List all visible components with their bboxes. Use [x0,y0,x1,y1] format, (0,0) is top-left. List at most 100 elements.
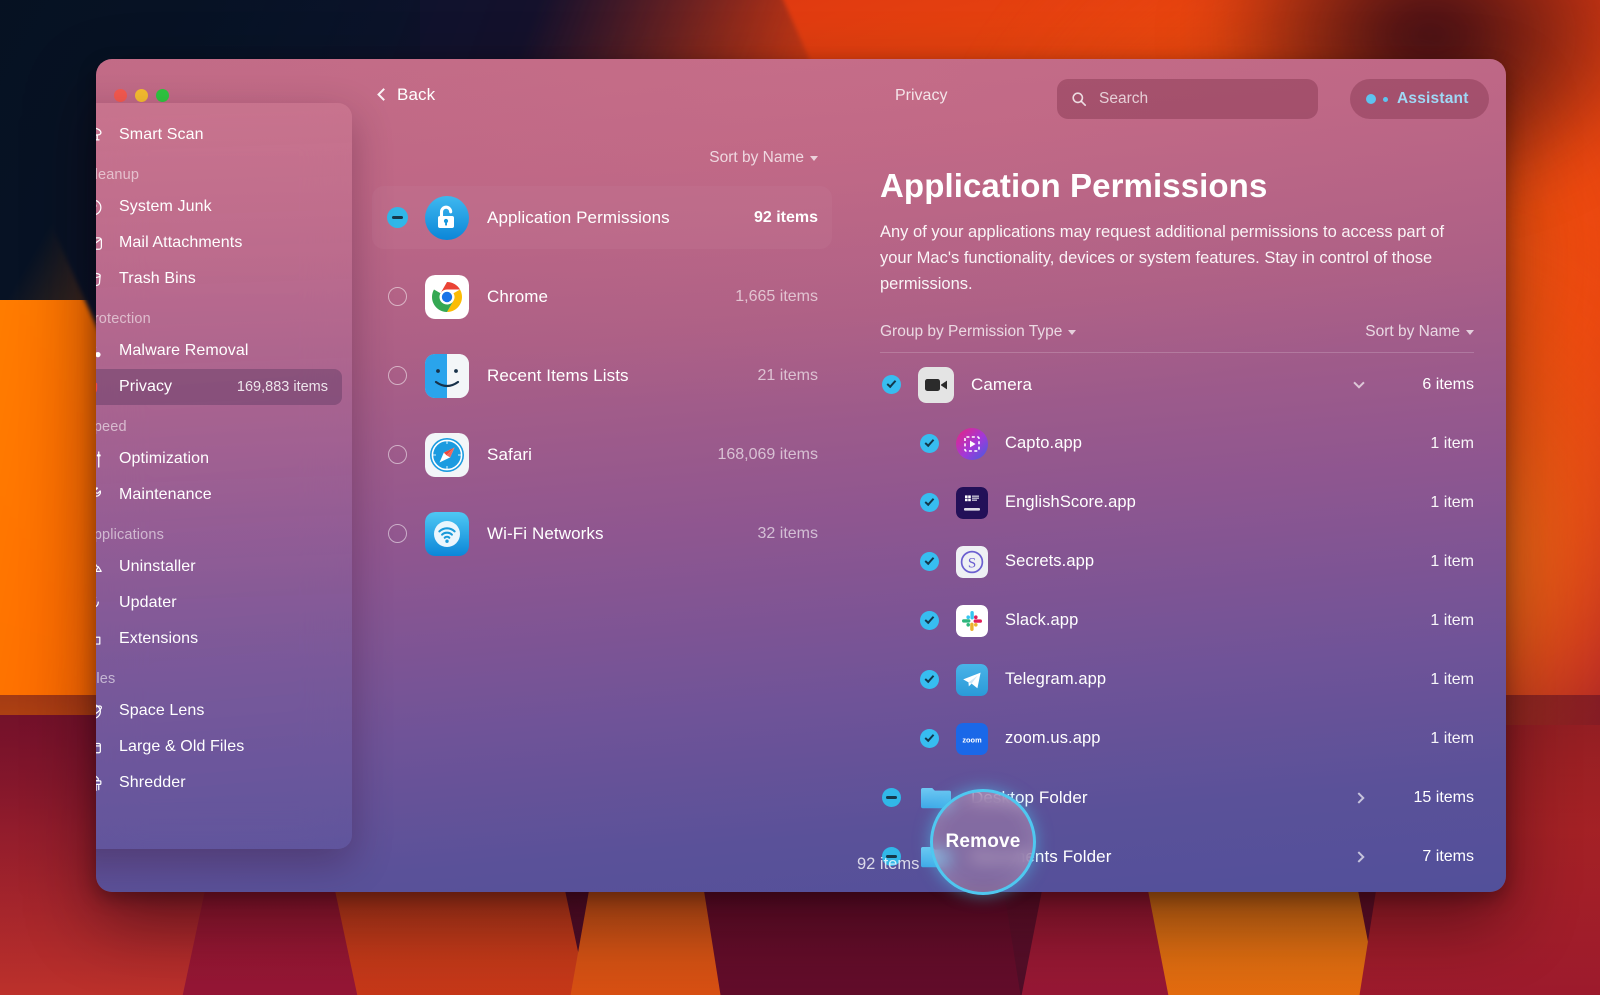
row-checkbox[interactable] [918,552,940,571]
permission-app-row[interactable]: EnglishScore.app 1 item [880,473,1474,532]
sidebar-item-space-lens[interactable]: Space Lens [96,693,342,729]
list-item[interactable]: Safari 168,069 items [372,423,832,486]
group-by-control[interactable]: Group by Permission Type [880,323,1077,341]
permission-app-row[interactable]: Slack.app 1 item [880,591,1474,650]
permission-app-row[interactable]: Capto.app 1 item [880,414,1474,473]
row-checkbox[interactable] [918,611,940,630]
updater-icon [96,592,104,614]
permission-app-row[interactable]: zoom zoom.us.app 1 item [880,709,1474,768]
detail-sort-label: Sort by Name [1365,323,1460,340]
back-button[interactable]: Back [377,85,435,105]
sidebar-item-large-old-files[interactable]: Large & Old Files [96,729,342,765]
detail-panel: Application Permissions Any of your appl… [853,139,1506,892]
wifi-icon [425,511,469,556]
row-checkbox[interactable] [918,670,940,689]
close-button[interactable] [114,89,127,102]
permission-app-label: zoom.us.app [1005,729,1101,747]
sidebar-item-privacy[interactable]: Privacy 169,883 items [96,369,342,405]
divider [880,352,1474,353]
middle-sort-control[interactable]: Sort by Name [709,149,818,167]
sidebar-item-system-junk[interactable]: System Junk [96,189,342,225]
maximize-button[interactable] [156,89,169,102]
sidebar-item-label: Malware Removal [119,342,249,359]
app-window: Back Privacy Search Assistant Smart Scan… [96,59,1506,892]
permission-app-row[interactable]: Telegram.app 1 item [880,650,1474,709]
sidebar-item-maintenance[interactable]: Maintenance [96,477,342,513]
permission-count: 1 item [1430,729,1474,747]
telegram-icon [956,663,988,696]
remove-button[interactable]: Remove [930,789,1036,895]
sidebar-item-label: Smart Scan [119,126,204,143]
sidebar-item-label: Space Lens [119,702,205,719]
folder-icon [96,736,104,758]
assistant-dot-small-icon [1383,96,1388,102]
checkbox-checked-icon [881,375,901,394]
sliders-icon [96,448,104,470]
permission-count: 15 items [1413,788,1474,806]
row-checkbox[interactable] [386,524,408,543]
zoom-icon: zoom [956,722,988,755]
uninstaller-icon [96,556,104,578]
slack-icon [956,604,988,637]
row-checkbox[interactable] [386,445,408,464]
row-checkbox[interactable] [386,207,408,228]
row-checkbox[interactable] [918,434,940,453]
sidebar-item-uninstaller[interactable]: Uninstaller [96,549,342,585]
sidebar-item-optimization[interactable]: Optimization [96,441,342,477]
permission-app-row[interactable]: S Secrets.app 1 item [880,532,1474,591]
sidebar-item-label: Optimization [119,450,210,467]
sidebar-item-label: Maintenance [119,486,212,503]
minimize-button[interactable] [135,89,148,102]
chevron-down-icon [1466,329,1474,335]
sidebar-item-trash-bins[interactable]: Trash Bins [96,261,342,297]
list-item-label: Wi-Fi Networks [487,523,604,543]
checkbox-indeterminate-icon [386,207,408,228]
permission-app-label: Telegram.app [1005,670,1107,688]
search-input[interactable]: Search [1057,79,1318,119]
sidebar-item-extensions[interactable]: Extensions [96,621,342,657]
chevron-right-icon[interactable] [1348,791,1370,804]
list-item-count: 92 items [753,208,818,226]
chevron-right-icon[interactable] [1348,850,1370,863]
sidebar-item-count: 169,883 items [236,379,328,395]
sidebar-item-malware-removal[interactable]: Malware Removal [96,333,342,369]
sidebar-item-label: Shredder [119,774,186,791]
list-item-count: 168,069 items [717,445,818,463]
sidebar-item-mail-attachments[interactable]: Mail Attachments [96,225,342,261]
sidebar: Smart Scan Cleanup System Junk [96,103,352,849]
assistant-dot-large-icon [1366,94,1376,104]
sidebar-item-shredder[interactable]: Shredder [96,765,342,801]
permission-count: 1 item [1430,670,1474,688]
chevron-down-icon[interactable] [1348,376,1370,389]
list-item[interactable]: Application Permissions 92 items [372,186,832,249]
row-checkbox[interactable] [386,287,408,306]
middle-list-column: Sort by Name Application Permissions 92 … [372,139,832,892]
remove-button-wrap: Remove [930,789,1036,895]
checkbox-checked-icon [919,729,939,748]
sidebar-item-smart-scan[interactable]: Smart Scan [96,117,342,153]
shredder-icon [96,772,104,794]
row-checkbox[interactable] [880,788,902,807]
sidebar-item-updater[interactable]: Updater [96,585,342,621]
assistant-button[interactable]: Assistant [1350,79,1489,119]
row-checkbox[interactable] [918,729,940,748]
chevron-down-icon [810,155,818,161]
detail-sort-control[interactable]: Sort by Name [1365,323,1474,341]
checkbox-checked-icon [919,611,939,630]
sidebar-group-applications: Applications [96,527,164,543]
chevron-down-icon [1068,329,1077,335]
checkbox-empty-icon [387,524,407,543]
finder-icon [425,353,469,398]
window-traffic-lights[interactable] [114,89,169,102]
biohazard-icon [96,340,104,362]
desktop-wallpaper: Back Privacy Search Assistant Smart Scan… [0,0,1600,995]
permission-group-row[interactable]: Camera 6 items [880,355,1474,414]
list-item[interactable]: Wi-Fi Networks 32 items [372,502,832,565]
list-item[interactable]: Chrome 1,665 items [372,265,832,328]
row-checkbox[interactable] [880,375,902,394]
row-checkbox[interactable] [386,366,408,385]
sidebar-group-cleanup: Cleanup [96,167,140,183]
sidebar-group-files: Files [96,671,116,687]
list-item[interactable]: Recent Items Lists 21 items [372,344,832,407]
row-checkbox[interactable] [918,493,940,512]
